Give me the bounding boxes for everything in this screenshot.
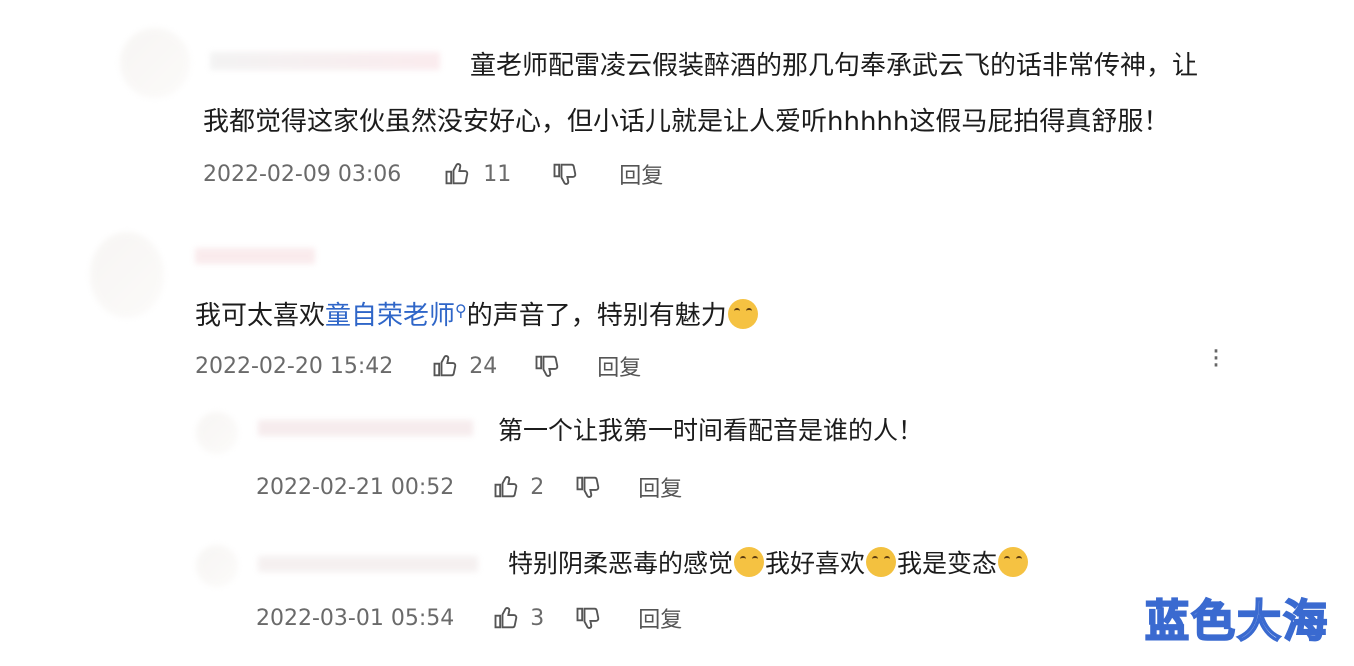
thumbs-down-icon[interactable] <box>574 473 602 501</box>
emoji-icon <box>866 547 897 577</box>
reply-button[interactable]: 回复 <box>638 602 682 634</box>
thumbs-up-icon[interactable] <box>431 352 459 380</box>
avatar[interactable] <box>196 545 238 587</box>
like-count: 2 <box>530 474 545 500</box>
like-count: 24 <box>469 353 498 379</box>
username-blurred[interactable] <box>195 248 315 264</box>
comment-text-line2: 我都觉得这家伙虽然没安好心，但小话儿就是让人爱听hhhhh这假马屁拍得真舒服！ <box>203 107 1170 137</box>
timestamp: 2022-02-09 03:06 <box>203 161 402 187</box>
timestamp: 2022-03-01 05:54 <box>256 605 455 631</box>
comment-meta: 2022-02-20 15:42 24 回复 <box>195 350 641 382</box>
username-blurred[interactable] <box>258 556 478 572</box>
comment-text: 我可太喜欢童自荣老师⚲的声音了，特别有魅力 <box>195 298 759 336</box>
reply-button[interactable]: 回复 <box>638 471 682 503</box>
thumbs-up-icon[interactable] <box>443 160 471 188</box>
more-vertical-icon[interactable]: · · · <box>1210 339 1222 379</box>
emoji-icon <box>734 547 765 577</box>
reply-button[interactable]: 回复 <box>619 158 663 190</box>
emoji-icon <box>727 299 758 329</box>
thumbs-down-icon[interactable] <box>533 352 561 380</box>
timestamp: 2022-02-20 15:42 <box>195 353 394 379</box>
like-count: 3 <box>530 605 545 631</box>
search-icon: ⚲ <box>455 301 467 320</box>
reply-text: 第一个让我第一时间看配音是谁的人！ <box>498 416 924 445</box>
mention-link[interactable]: 童自荣老师⚲ <box>325 301 467 331</box>
thumbs-down-icon[interactable] <box>574 604 602 632</box>
emoji-icon <box>998 547 1029 577</box>
reply-meta: 2022-02-21 00:52 2 回复 <box>256 471 682 503</box>
username-blurred[interactable] <box>210 52 440 70</box>
username-blurred[interactable] <box>258 420 473 436</box>
watermark: 蓝色大海 <box>1144 595 1329 648</box>
comment-meta: 2022-02-09 03:06 11 回复 <box>203 158 663 190</box>
avatar[interactable] <box>120 28 190 98</box>
reply-button[interactable]: 回复 <box>597 350 641 382</box>
avatar[interactable] <box>90 232 164 318</box>
thumbs-down-icon[interactable] <box>551 160 579 188</box>
like-count: 11 <box>483 161 512 187</box>
comment-text: 童老师配雷凌云假装醉酒的那几句奉承武云飞的话非常传神，让 <box>470 51 1199 81</box>
reply-text: 特别阴柔恶毒的感觉 我好喜欢 我是变态 <box>508 546 1029 582</box>
reply-meta: 2022-03-01 05:54 3 回复 <box>256 602 682 634</box>
thumbs-up-icon[interactable] <box>492 604 520 632</box>
thumbs-up-icon[interactable] <box>492 473 520 501</box>
avatar[interactable] <box>196 412 238 454</box>
timestamp: 2022-02-21 00:52 <box>256 474 455 500</box>
